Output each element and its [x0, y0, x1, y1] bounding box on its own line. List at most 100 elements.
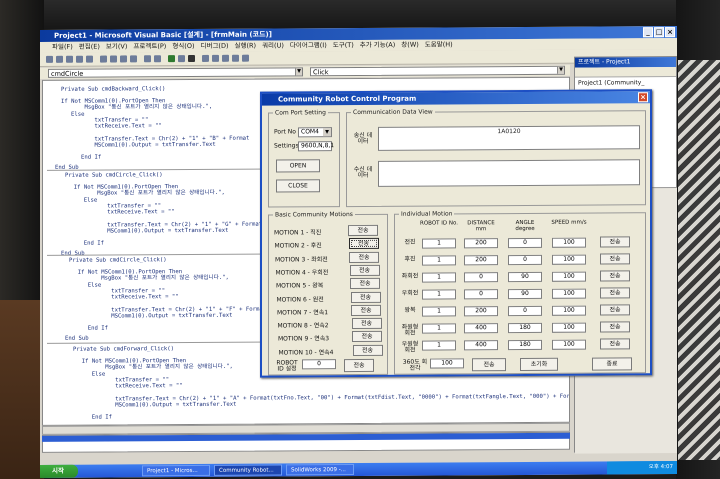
- motion-send-button[interactable]: 전송: [349, 264, 380, 276]
- individual-send-button[interactable]: 전송: [600, 270, 630, 282]
- project-explorer-icon[interactable]: [202, 54, 209, 62]
- menu-item[interactable]: 추가 기능(A): [360, 40, 396, 51]
- individual-send-button[interactable]: 전송: [600, 304, 630, 316]
- task-community-robot[interactable]: Community Robot...: [214, 464, 282, 476]
- individual-send-button[interactable]: 전송: [600, 321, 630, 333]
- individual-value-input[interactable]: 1: [422, 306, 456, 317]
- motion-send-button[interactable]: 전송: [352, 331, 382, 343]
- copy-icon[interactable]: [110, 55, 117, 63]
- form-layout-icon[interactable]: [222, 54, 229, 62]
- send-data-box[interactable]: 1A0120: [378, 125, 640, 151]
- rotation-angle-input[interactable]: 100: [430, 358, 464, 369]
- paste-icon[interactable]: [120, 55, 127, 63]
- object-combo[interactable]: cmdCircle ▼: [48, 67, 303, 78]
- break-icon[interactable]: [178, 55, 185, 63]
- start-button[interactable]: 시작: [40, 464, 78, 478]
- motion-send-button[interactable]: 전송: [352, 344, 383, 356]
- add-form-icon[interactable]: [56, 55, 63, 63]
- individual-send-button[interactable]: 전송: [600, 338, 630, 350]
- redo-icon[interactable]: [154, 55, 161, 63]
- port-select[interactable]: COM4 ▼: [298, 127, 332, 138]
- individual-value-input[interactable]: 180: [508, 339, 542, 351]
- minimize-icon[interactable]: _: [643, 27, 653, 38]
- menu-item[interactable]: 다이어그램(I): [290, 40, 327, 51]
- stop-icon[interactable]: [188, 54, 195, 63]
- settings-input[interactable]: 9600,N,8,1: [298, 141, 334, 152]
- menu-item[interactable]: 보기(V): [106, 41, 127, 52]
- individual-value-input[interactable]: 400: [464, 340, 498, 351]
- individual-value-input[interactable]: 0: [508, 254, 542, 266]
- add-project-icon[interactable]: [46, 55, 53, 63]
- task-solidworks[interactable]: SolidWorks 2009 -...: [286, 464, 354, 476]
- motion-send-button[interactable]: 전송: [350, 278, 380, 290]
- robot-id-input[interactable]: 0: [302, 359, 336, 370]
- motion-send-button[interactable]: 전송: [350, 291, 381, 303]
- save-icon[interactable]: [86, 55, 93, 63]
- cut-icon[interactable]: [100, 55, 107, 63]
- undo-icon[interactable]: [144, 55, 151, 63]
- individual-value-input[interactable]: 200: [464, 255, 498, 266]
- chevron-down-icon[interactable]: ▼: [323, 128, 331, 137]
- menu-item[interactable]: 형식(O): [172, 41, 194, 52]
- individual-value-input[interactable]: 100: [552, 288, 586, 299]
- close-icon[interactable]: ×: [665, 27, 675, 38]
- individual-value-input[interactable]: 100: [552, 305, 586, 316]
- run-icon[interactable]: [168, 55, 175, 63]
- exit-button[interactable]: 종료: [592, 357, 632, 371]
- project-tree-item[interactable]: Project1 (Community_: [575, 77, 676, 89]
- motion-send-button[interactable]: 전송: [348, 224, 378, 237]
- chevron-down-icon[interactable]: ▼: [557, 66, 564, 74]
- receive-data-box[interactable]: [378, 159, 640, 187]
- menu-item[interactable]: 디버그(D): [200, 41, 228, 52]
- individual-value-input[interactable]: 400: [464, 323, 498, 334]
- object-browser-icon[interactable]: [232, 54, 239, 62]
- close-button[interactable]: CLOSE: [276, 179, 320, 193]
- maximize-icon[interactable]: □: [654, 27, 664, 38]
- individual-value-input[interactable]: 1: [422, 272, 456, 283]
- menu-item[interactable]: 실행(R): [235, 41, 257, 52]
- rotation-send-button[interactable]: 전송: [472, 358, 506, 372]
- individual-value-input[interactable]: 1: [422, 238, 456, 249]
- individual-value-input[interactable]: 100: [552, 254, 586, 265]
- motion-send-button[interactable]: 전송: [351, 304, 381, 316]
- individual-value-input[interactable]: 0: [508, 237, 542, 249]
- individual-value-input[interactable]: 1: [422, 340, 456, 351]
- individual-value-input[interactable]: 200: [464, 306, 498, 317]
- menu-item[interactable]: 창(W): [401, 40, 418, 51]
- individual-value-input[interactable]: 100: [552, 339, 586, 350]
- menu-item[interactable]: 편집(E): [79, 42, 100, 53]
- individual-value-input[interactable]: 90: [508, 271, 542, 283]
- individual-value-input[interactable]: 200: [464, 238, 498, 249]
- close-icon[interactable]: ×: [638, 92, 648, 103]
- toolbox-icon[interactable]: [242, 54, 249, 62]
- individual-send-button[interactable]: 전송: [600, 287, 630, 299]
- robot-id-send-button[interactable]: 전송: [344, 358, 374, 373]
- individual-value-input[interactable]: 0: [464, 289, 498, 300]
- individual-send-button[interactable]: 전송: [600, 236, 630, 248]
- individual-value-input[interactable]: 100: [552, 271, 586, 282]
- find-icon[interactable]: [130, 55, 137, 63]
- menu-item[interactable]: 파일(F): [52, 42, 73, 53]
- individual-value-input[interactable]: 0: [508, 305, 542, 317]
- init-button[interactable]: 초기화: [520, 357, 558, 372]
- procedure-combo[interactable]: Click ▼: [310, 65, 565, 77]
- motion-send-button[interactable]: 전송: [348, 238, 379, 250]
- individual-value-input[interactable]: 180: [508, 322, 542, 334]
- chevron-down-icon[interactable]: ▼: [295, 68, 302, 76]
- task-vb[interactable]: Project1 - Micros...: [142, 464, 210, 477]
- individual-value-input[interactable]: 100: [552, 237, 586, 248]
- menu-item[interactable]: 프로젝트(P): [133, 41, 166, 52]
- individual-value-input[interactable]: 1: [422, 289, 456, 300]
- individual-send-button[interactable]: 전송: [600, 253, 630, 265]
- menu-item[interactable]: 도움말(H): [425, 39, 453, 50]
- individual-value-input[interactable]: 90: [508, 288, 542, 300]
- menu-item[interactable]: 쿼리(U): [262, 40, 284, 51]
- individual-value-input[interactable]: 100: [552, 322, 586, 333]
- motion-send-button[interactable]: 전송: [351, 317, 382, 330]
- individual-value-input[interactable]: 0: [464, 272, 498, 283]
- open-icon[interactable]: [76, 55, 83, 63]
- open-button[interactable]: OPEN: [276, 159, 320, 173]
- properties-icon[interactable]: [212, 54, 219, 62]
- menu-editor-icon[interactable]: [66, 55, 73, 63]
- menu-item[interactable]: 도구(T): [333, 40, 354, 51]
